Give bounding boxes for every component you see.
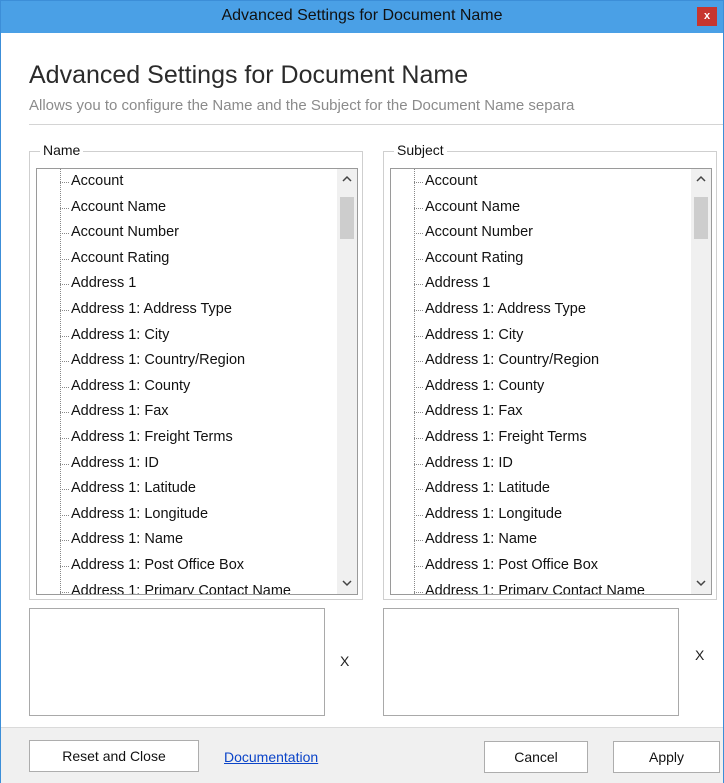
tree-item[interactable]: Address 1: Post Office Box — [37, 553, 337, 579]
tree-item[interactable]: Account — [391, 169, 691, 195]
page-title: Advanced Settings for Document Name — [29, 61, 469, 89]
name-field-tree[interactable]: Account Account Name Account Number Acco… — [36, 168, 358, 595]
reset-and-close-button[interactable]: Reset and Close — [29, 740, 199, 772]
tree-item[interactable]: Account Rating — [391, 246, 691, 272]
close-icon: x — [703, 10, 711, 22]
tree-item[interactable]: Account Name — [37, 195, 337, 221]
tree-item[interactable]: Address 1: Primary Contact Name — [391, 579, 691, 594]
tree-item[interactable]: Address 1: City — [37, 323, 337, 349]
documentation-link[interactable]: Documentation — [224, 749, 318, 765]
tree-item[interactable]: Address 1 — [391, 271, 691, 297]
tree-item[interactable]: Account Number — [391, 220, 691, 246]
tree-item[interactable]: Address 1: Name — [391, 527, 691, 553]
tree-item[interactable]: Address 1: Longitude — [391, 502, 691, 528]
window-title: Advanced Settings for Document Name — [221, 7, 503, 24]
tree-item[interactable]: Address 1: Freight Terms — [391, 425, 691, 451]
tree-item[interactable]: Address 1: City — [391, 323, 691, 349]
name-group: Name Account Account Name Account Number… — [29, 142, 363, 600]
title-bar[interactable]: Advanced Settings for Document Name x — [1, 1, 723, 33]
tree-item[interactable]: Address 1: Fax — [37, 399, 337, 425]
tree-item[interactable]: Address 1: Post Office Box — [391, 553, 691, 579]
name-group-legend: Name — [40, 142, 84, 158]
cancel-button[interactable]: Cancel — [484, 741, 588, 773]
header-divider — [29, 124, 723, 125]
tree-item[interactable]: Address 1: County — [391, 374, 691, 400]
clear-subject-button[interactable]: X — [695, 647, 704, 663]
subject-expression-box[interactable] — [383, 608, 679, 716]
subject-tree-list: Account Account Name Account Number Acco… — [391, 169, 691, 594]
tree-item[interactable]: Address 1: Latitude — [37, 476, 337, 502]
tree-item[interactable]: Address 1: Longitude — [37, 502, 337, 528]
subject-group-legend: Subject — [394, 142, 447, 158]
subject-group: Subject Account Account Name Account Num… — [383, 142, 717, 600]
name-tree-scrollbar[interactable] — [337, 169, 357, 594]
tree-item[interactable]: Address 1: County — [37, 374, 337, 400]
apply-button[interactable]: Apply — [613, 741, 720, 773]
tree-item[interactable]: Account — [37, 169, 337, 195]
tree-item[interactable]: Address 1: Country/Region — [391, 348, 691, 374]
close-button[interactable]: x — [697, 7, 717, 26]
name-tree-list: Account Account Name Account Number Acco… — [37, 169, 337, 594]
tree-item[interactable]: Address 1: Name — [37, 527, 337, 553]
tree-item[interactable]: Address 1: Fax — [391, 399, 691, 425]
chevron-down-icon[interactable] — [691, 574, 711, 594]
tree-item[interactable]: Address 1: Freight Terms — [37, 425, 337, 451]
clear-name-button[interactable]: X — [340, 653, 349, 669]
tree-item[interactable]: Address 1: Country/Region — [37, 348, 337, 374]
tree-item[interactable]: Account Number — [37, 220, 337, 246]
tree-item[interactable]: Address 1: ID — [37, 451, 337, 477]
tree-item[interactable]: Address 1: ID — [391, 451, 691, 477]
subject-tree-scrollbar[interactable] — [691, 169, 711, 594]
chevron-down-icon[interactable] — [337, 574, 357, 594]
subject-field-tree[interactable]: Account Account Name Account Number Acco… — [390, 168, 712, 595]
tree-item[interactable]: Account Name — [391, 195, 691, 221]
tree-item[interactable]: Account Rating — [37, 246, 337, 272]
dialog-footer: Reset and Close Documentation Cancel App… — [1, 727, 723, 783]
advanced-settings-dialog: Advanced Settings for Document Name x Ad… — [0, 0, 724, 783]
tree-item[interactable]: Address 1: Address Type — [37, 297, 337, 323]
chevron-up-icon[interactable] — [691, 169, 711, 189]
page-description: Allows you to configure the Name and the… — [29, 97, 575, 114]
tree-item[interactable]: Address 1: Latitude — [391, 476, 691, 502]
tree-item[interactable]: Address 1 — [37, 271, 337, 297]
name-expression-box[interactable] — [29, 608, 325, 716]
scroll-thumb[interactable] — [340, 197, 354, 239]
scroll-thumb[interactable] — [694, 197, 708, 239]
tree-item[interactable]: Address 1: Primary Contact Name — [37, 579, 337, 594]
chevron-up-icon[interactable] — [337, 169, 357, 189]
tree-item[interactable]: Address 1: Address Type — [391, 297, 691, 323]
